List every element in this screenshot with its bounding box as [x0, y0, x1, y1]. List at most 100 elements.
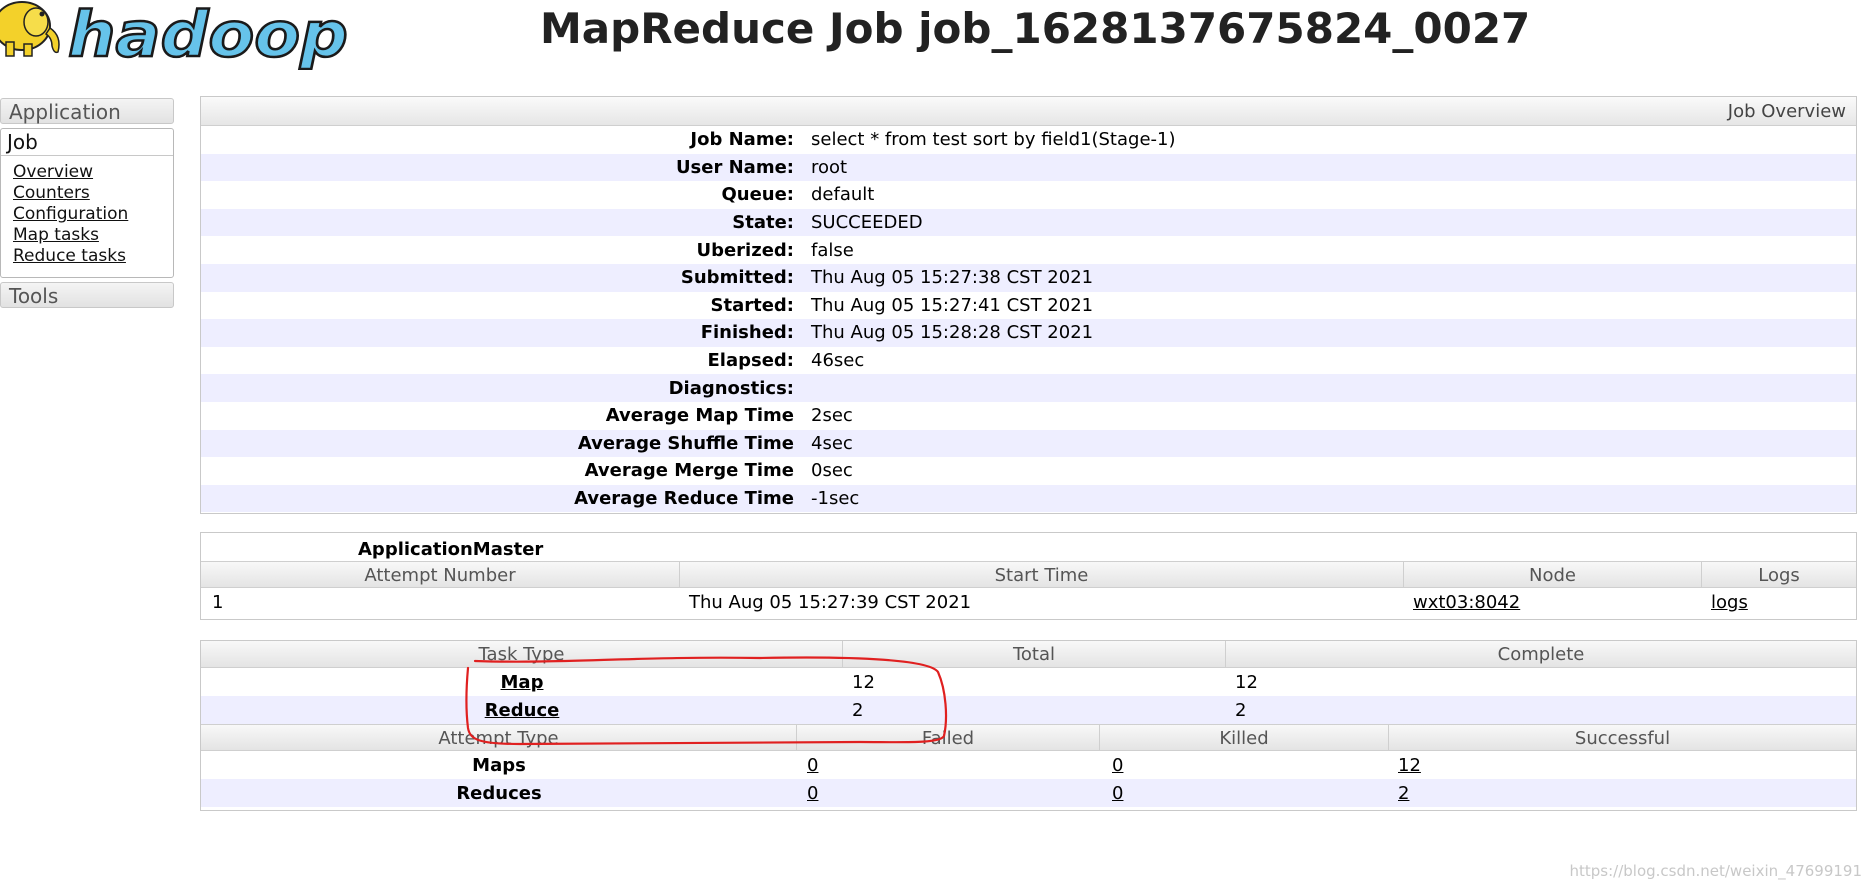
killed-link[interactable]: 0 — [1112, 783, 1123, 804]
table-row: Reduce 2 2 — [201, 696, 1856, 724]
successful-cell: 12 — [1389, 755, 1856, 776]
overview-row: Average Merge Time 0sec — [201, 457, 1856, 485]
start-time: Thu Aug 05 15:27:39 CST 2021 — [689, 591, 972, 613]
column-header[interactable]: Killed — [1100, 725, 1389, 750]
killed-link[interactable]: 0 — [1112, 755, 1123, 776]
overview-value: default — [811, 184, 875, 206]
overview-label: Queue: — [721, 184, 794, 206]
sidebar-link-counters[interactable]: Counters — [13, 183, 90, 203]
killed-cell: 0 — [1100, 783, 1389, 804]
sidebar-job-links: Overview Counters Configuration Map task… — [1, 156, 173, 267]
attempt-type: Maps — [472, 754, 526, 776]
job-overview-rows: Job Name: select * from test sort by fiel… — [201, 126, 1856, 513]
task-type-header: Task Type Total Complete — [201, 641, 1856, 668]
failed-cell: 0 — [797, 755, 1100, 776]
task-type-cell: Map — [201, 672, 843, 693]
logs-link[interactable]: logs — [1711, 592, 1748, 613]
overview-row: Queue: default — [201, 181, 1856, 209]
overview-row: Submitted: Thu Aug 05 15:27:38 CST 2021 — [201, 263, 1856, 292]
node-link[interactable]: wxt03:8042 — [1413, 592, 1520, 613]
overview-label: Started: — [710, 294, 795, 316]
sidebar-job-title[interactable]: Job — [1, 129, 173, 156]
node-cell: wxt03:8042 — [1404, 592, 1702, 613]
sidebar-link-overview[interactable]: Overview — [13, 162, 93, 182]
sidebar: Application Job Overview Counters Config… — [0, 98, 174, 308]
overview-row: State: SUCCEEDED — [201, 208, 1856, 237]
task-type-cell: Reduce — [201, 700, 843, 721]
column-header[interactable]: Failed — [797, 725, 1100, 750]
tasks-panel: Task Type Total Complete Map 12 12 Reduc… — [200, 640, 1857, 811]
table-row: Maps 0 0 12 — [201, 751, 1856, 779]
column-header[interactable]: Start Time — [680, 562, 1404, 587]
sidebar-link-reduce-tasks[interactable]: Reduce tasks — [13, 246, 126, 266]
column-header[interactable]: Node — [1404, 562, 1702, 587]
overview-label: Elapsed: — [707, 350, 794, 372]
column-header[interactable]: Attempt Type — [201, 725, 797, 750]
attempt-type-header: Attempt Type Failed Killed Successful — [201, 724, 1856, 751]
failed-link[interactable]: 0 — [807, 755, 818, 776]
page-title: MapReduce Job job_1628137675824_0027 — [540, 4, 1531, 53]
job-overview-heading: Job Overview — [201, 97, 1856, 126]
successful-link[interactable]: 2 — [1398, 783, 1409, 804]
successful-link[interactable]: 12 — [1398, 755, 1421, 776]
elephant-icon — [0, 1, 60, 57]
overview-value: root — [811, 156, 848, 178]
overview-value: select * from test sort by field1(Stage-… — [811, 129, 1176, 151]
overview-label: Finished: — [700, 322, 794, 344]
job-overview-panel: Job Overview Job Name: select * from test… — [200, 96, 1857, 514]
overview-label: Average Merge Time — [584, 460, 794, 482]
column-header[interactable]: Complete — [1226, 641, 1856, 667]
sidebar-link-configuration[interactable]: Configuration — [13, 204, 128, 224]
overview-label: Job Name: — [690, 129, 794, 151]
sidebar-section-tools[interactable]: Tools — [0, 282, 174, 308]
sidebar-section-application[interactable]: Application — [0, 98, 174, 124]
overview-label: Average Map Time — [605, 405, 794, 427]
page: hadoop MapReduce Job job_1628137675824_0… — [0, 0, 1876, 886]
overview-value: 2sec — [811, 405, 853, 427]
overview-value: Thu Aug 05 15:28:28 CST 2021 — [811, 322, 1094, 344]
overview-row: Average Reduce Time -1sec — [201, 484, 1856, 513]
attempt-type: Reduces — [456, 782, 542, 804]
column-header[interactable]: Task Type — [201, 641, 843, 667]
overview-row: Average Map Time 2sec — [201, 402, 1856, 430]
overview-value: -1sec — [811, 488, 860, 510]
column-header[interactable]: Total — [843, 641, 1226, 667]
overview-row: Average Shuffle Time 4sec — [201, 429, 1856, 458]
column-header[interactable]: Attempt Number — [201, 562, 680, 587]
overview-label: Average Shuffle Time — [577, 432, 794, 454]
attempt-number: 1 — [212, 591, 224, 613]
overview-label: Average Reduce Time — [574, 488, 794, 510]
overview-row: Diagnostics: — [201, 374, 1856, 402]
overview-value: Thu Aug 05 15:27:38 CST 2021 — [811, 267, 1094, 289]
task-total: 2 — [852, 699, 864, 721]
overview-label: State: — [732, 212, 794, 234]
column-header[interactable]: Logs — [1702, 562, 1856, 587]
sidebar-link-map-tasks[interactable]: Map tasks — [13, 225, 99, 245]
overview-value: 4sec — [811, 432, 853, 454]
failed-link[interactable]: 0 — [807, 783, 818, 804]
task-total: 12 — [852, 671, 875, 693]
overview-value: false — [811, 239, 854, 261]
table-row: Map 12 12 — [201, 668, 1856, 696]
application-master-header: Attempt Number Start Time Node Logs — [201, 561, 1856, 588]
task-type-map-link[interactable]: Map — [501, 672, 544, 693]
task-type-reduce-link[interactable]: Reduce — [485, 700, 560, 721]
overview-label: Submitted: — [680, 267, 794, 289]
hadoop-logo: hadoop — [0, 0, 352, 70]
task-complete: 2 — [1235, 699, 1247, 721]
application-master-caption: ApplicationMaster — [358, 539, 544, 560]
failed-cell: 0 — [797, 783, 1100, 804]
overview-label: Diagnostics: — [668, 377, 794, 399]
overview-value: 0sec — [811, 460, 853, 482]
overview-row: Job Name: select * from test sort by fiel… — [201, 126, 1856, 154]
sidebar-section-job: Job Overview Counters Configuration Map … — [0, 128, 174, 278]
column-header[interactable]: Successful — [1389, 725, 1856, 750]
overview-value: SUCCEEDED — [811, 212, 923, 234]
logo-text: hadoop — [68, 0, 348, 70]
task-complete: 12 — [1235, 671, 1258, 693]
overview-value: Thu Aug 05 15:27:41 CST 2021 — [811, 294, 1094, 316]
overview-row: Finished: Thu Aug 05 15:28:28 CST 2021 — [201, 319, 1856, 347]
watermark: https://blog.csdn.net/weixin_47699191 — [1569, 862, 1862, 880]
overview-value: 46sec — [811, 350, 865, 372]
overview-row: Elapsed: 46sec — [201, 347, 1856, 375]
